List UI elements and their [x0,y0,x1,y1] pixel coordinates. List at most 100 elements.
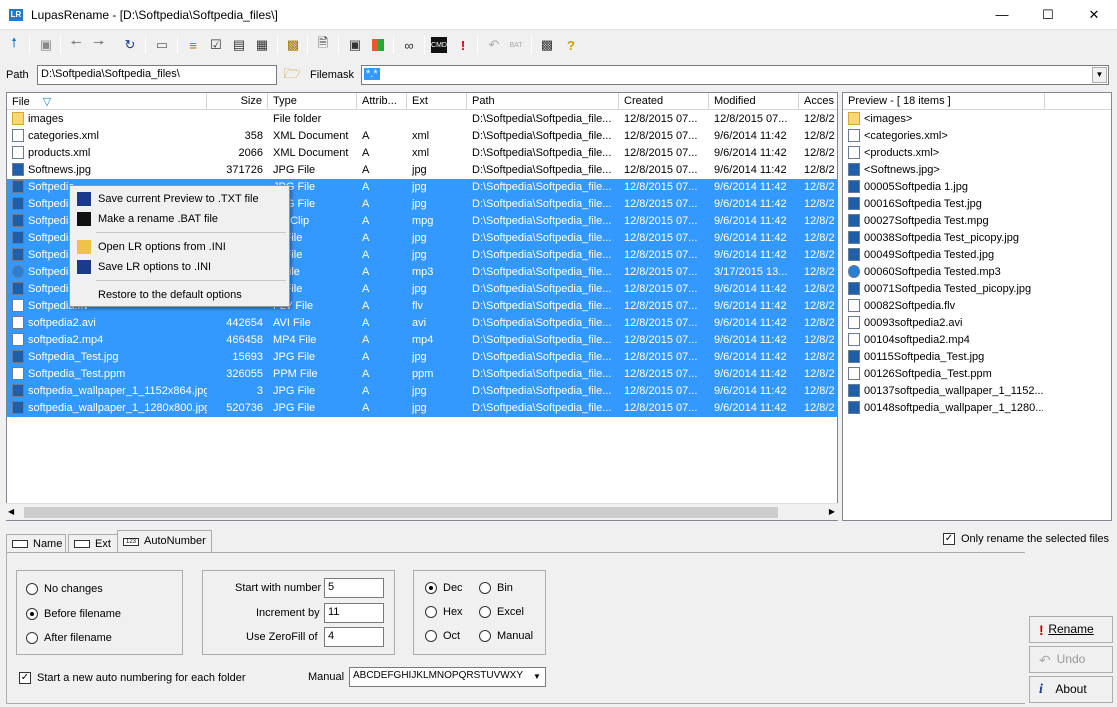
table-row[interactable]: products.xml 2066 XML Document Axml D:\Softp… [7,145,837,162]
cmd-bat-icon[interactable]: CMD [431,37,447,53]
only-selected-checkbox[interactable]: ✓ Only rename the selected files [943,531,1109,547]
document-icon[interactable]: 🗎 [314,35,332,54]
scroll-left-icon[interactable]: ◀ [8,507,14,516]
maximize-button[interactable]: ☐ [1025,0,1071,30]
radio-manual[interactable]: Manual [479,628,533,644]
radio-hex[interactable]: Hex [425,604,463,620]
preview-item[interactable]: <Softnews.jpg> [843,162,1043,179]
radio-dec[interactable]: Dec [425,580,463,596]
path-input[interactable]: D:\Softpedia\Softpedia_files\ [37,65,277,85]
back-icon[interactable]: 🠔 [67,35,85,54]
refresh-icon[interactable]: ↻ [121,36,139,54]
table-row[interactable]: categories.xml 358 XML Document Axml D:\Soft… [7,128,837,145]
undo-icon[interactable]: ↶ [485,36,503,54]
help-book-icon[interactable]: ▩ [538,36,556,54]
preview-item[interactable]: 00137softpedia_wallpaper_1_1152... [843,383,1043,400]
table-row[interactable]: images File folder D:\Softpedia\Softpedia_… [7,111,837,128]
menu-item-save-ini[interactable]: Save LR options to .INI [72,257,287,277]
tab-ext[interactable]: Ext [68,534,118,552]
table-row[interactable]: softpedia2.avi 442654 AVI File Aavi D:\Softp… [7,315,837,332]
save-bat-icon[interactable]: BAT [507,36,525,54]
chevron-down-icon[interactable]: ▼ [1092,67,1107,83]
rename-button[interactable]: ! Rename [1029,616,1113,643]
radio-excel[interactable]: Excel [479,604,524,620]
column-header-8[interactable]: Acces [799,93,837,110]
undo-button[interactable]: ↶ Undo [1029,646,1113,673]
menu-item-make-bat[interactable]: Make a rename .BAT file [72,209,287,229]
table-row[interactable]: Softpedia_Test.ppm 326055 PPM File Appm D:\S… [7,366,837,383]
zerofill-input[interactable]: 4 [324,627,384,647]
increment-input[interactable]: 11 [324,603,384,623]
cell-created: 12/8/2015 07... [624,130,698,142]
colors-icon[interactable] [369,36,387,54]
table-row[interactable]: softpedia2.mp4 466458 MP4 File Amp4 D:\Softp… [7,332,837,349]
table-row[interactable]: Softnews.jpg 371726 JPG File Ajpg D:\Softped… [7,162,837,179]
new-numbering-per-folder-checkbox[interactable]: ✓ Start a new auto numbering for each fol… [19,670,246,686]
preview-item[interactable]: <products.xml> [843,145,1043,162]
stats-icon[interactable]: ∞ [400,36,418,54]
minimize-button[interactable]: — [979,0,1025,30]
hold-icon[interactable]: ▣ [37,36,55,54]
preview-item[interactable]: 00005Softpedia 1.jpg [843,179,1043,196]
preview-item[interactable]: <images> [843,111,1043,128]
preview-item[interactable]: 00027Softpedia Test.mpg [843,213,1043,230]
manual-combo[interactable]: ABCDEFGHIJKLMNOPQRSTUVWXY ▼ [349,667,546,687]
scrollbar-thumb[interactable] [24,507,778,518]
radio-no-changes[interactable]: No changes [26,581,103,597]
preview-item[interactable]: 00016Softpedia Test.jpg [843,196,1043,213]
preview-header[interactable]: Preview - [ 18 items ] [843,93,1045,110]
column-header-7[interactable]: Modified [709,93,799,110]
preview-item[interactable]: 00038Softpedia Test_picopy.jpg [843,230,1043,247]
column-header-3[interactable]: Attrib... [357,93,407,110]
scroll-right-icon[interactable]: ▶ [829,507,835,516]
help-icon[interactable]: ? [562,36,580,54]
menu-item-open-ini[interactable]: Open LR options from .INI [72,237,287,257]
start-number-input[interactable]: 5 [324,578,384,598]
preview-item[interactable]: 00060Softpedia Tested.mp3 [843,264,1043,281]
column-header-0[interactable]: File ▽ [7,93,207,110]
browse-folder-icon[interactable]: 🗁 [283,65,301,84]
radio-before-filename[interactable]: Before filename [26,606,121,622]
preview-item[interactable]: 00082Softpedia.flv [843,298,1043,315]
column-header-2[interactable]: Type [268,93,357,110]
preview-item[interactable]: <categories.xml> [843,128,1043,145]
preview-item[interactable]: 00104softpedia2.mp4 [843,332,1043,349]
drive-icon[interactable]: ▭ [153,36,171,54]
preview-item[interactable]: 00115Softpedia_Test.jpg [843,349,1043,366]
column-header-1[interactable]: Size [207,93,268,110]
column-header-5[interactable]: Path [467,93,619,110]
preview-list[interactable]: Preview - [ 18 items ] <images> <categori… [842,92,1112,521]
preview-item[interactable]: 00093softpedia2.avi [843,315,1043,332]
check-list-icon[interactable]: ☑ [207,36,225,54]
horizontal-scrollbar[interactable]: ◀ ▶ [6,503,838,520]
preview-item[interactable]: 00049Softpedia Tested.jpg [843,247,1043,264]
preview-item[interactable]: 00126Softpedia_Test.ppm [843,366,1043,383]
preview-item[interactable]: 00071Softpedia Tested_picopy.jpg [843,281,1043,298]
column-header-4[interactable]: Ext [407,93,467,110]
menu-item-save-preview[interactable]: Save current Preview to .TXT file [72,189,287,209]
preview-item[interactable]: 00148softpedia_wallpaper_1_1280... [843,400,1043,417]
table-row[interactable]: Softpedia_Test.jpg 15693 JPG File Ajpg D:\So… [7,349,837,366]
up-arrow-icon[interactable]: 🠕 [5,35,23,54]
sort-arrow-icon[interactable]: ▽ [40,96,51,108]
menu-item-restore-defaults[interactable]: Restore to the default options [72,285,287,305]
filter-icon[interactable]: ▩ [284,36,302,54]
close-button[interactable]: ✕ [1071,0,1117,30]
details-icon[interactable]: ▤ [230,36,248,54]
table-row[interactable]: softpedia_wallpaper_1_1152x864.jpg 3 JPG F… [7,383,837,400]
forward-icon[interactable]: 🠖 [90,35,108,54]
chevron-down-icon[interactable]: ▼ [530,669,544,685]
view-list-icon[interactable]: ≡ [184,36,202,54]
column-header-6[interactable]: Created [619,93,709,110]
tab-name[interactable]: Name [6,534,66,552]
grid-icon[interactable]: ▦ [253,36,271,54]
table-row[interactable]: softpedia_wallpaper_1_1280x800.jpg 520736… [7,400,837,417]
tab-autonumber[interactable]: 123 AutoNumber [117,530,212,552]
radio-after-filename[interactable]: After filename [26,630,112,646]
about-button[interactable]: i About [1029,676,1113,703]
filemask-combo[interactable]: *.* ▼ [361,65,1109,85]
image-preview-icon[interactable]: ▣ [346,36,364,54]
radio-oct[interactable]: Oct [425,628,460,644]
exclamation-icon[interactable]: ! [454,36,472,54]
radio-bin[interactable]: Bin [479,580,513,596]
